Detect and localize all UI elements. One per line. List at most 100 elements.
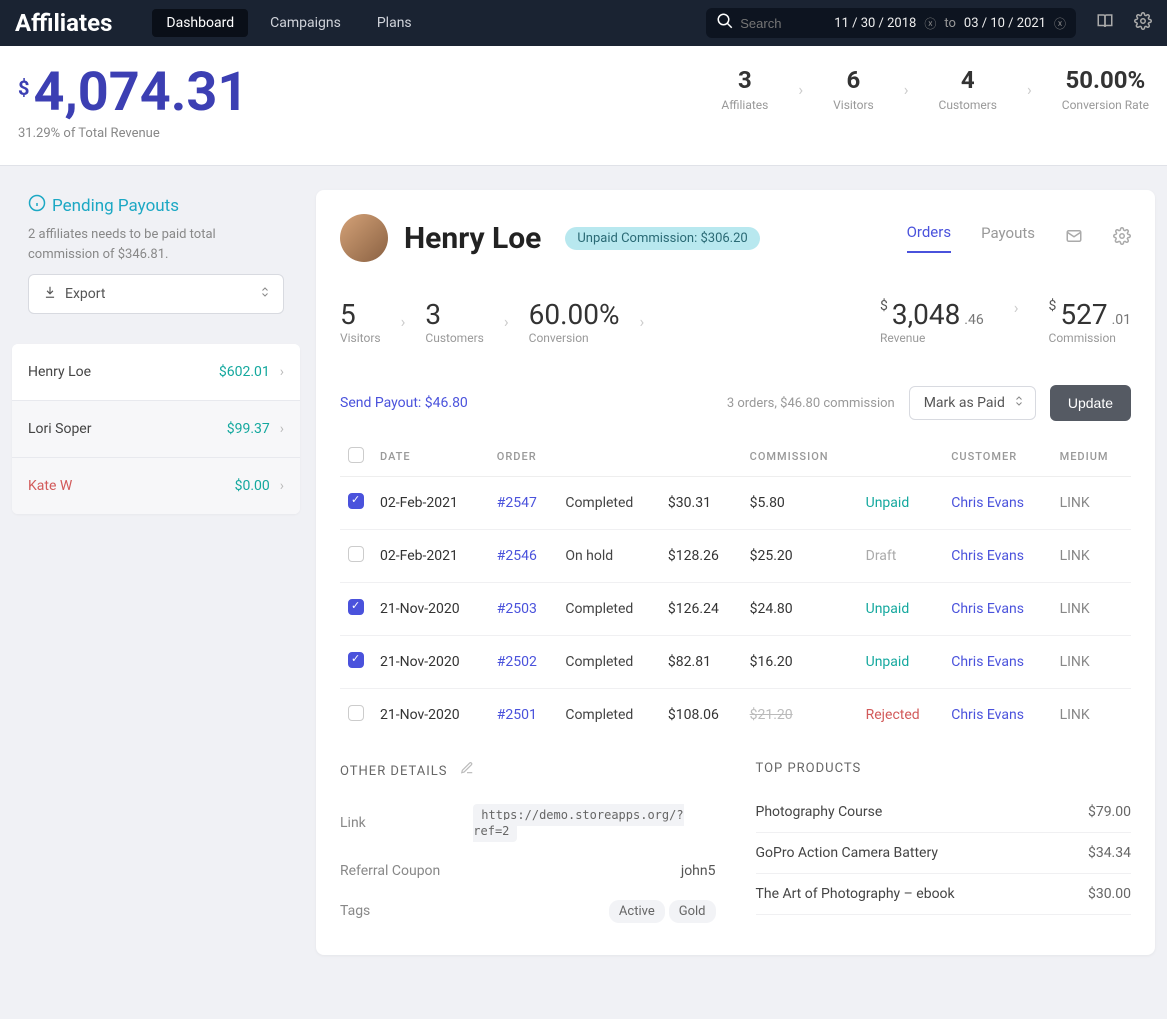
chevron-right-icon: ›	[1014, 298, 1019, 345]
kpi-total-block: $ 4,074.31 31.29% of Total Revenue	[18, 66, 248, 141]
kpi-affiliates-l: Affiliates	[721, 98, 768, 112]
table-row: 02-Feb-2021#2546On hold$128.26$25.20Draf…	[340, 530, 1131, 583]
order-link[interactable]: #2502	[497, 654, 537, 670]
date-to[interactable]: 03 / 10 / 2021	[964, 16, 1046, 31]
col-order: ORDER	[489, 441, 558, 477]
mark-as-select[interactable]: Mark as Paid	[909, 386, 1036, 420]
customer-link[interactable]: Chris Evans	[951, 601, 1024, 617]
cell-status: Completed	[557, 636, 660, 689]
customer-link[interactable]: Chris Evans	[951, 654, 1024, 670]
export-select[interactable]: Export	[28, 274, 284, 314]
order-link[interactable]: #2501	[497, 707, 537, 723]
affiliate-amount: $602.01	[219, 364, 270, 380]
send-payout-link[interactable]: Send Payout: $46.80	[340, 395, 468, 411]
other-details-title: OTHER DETAILS	[340, 761, 716, 779]
stat-commission-l: Commission	[1049, 331, 1131, 345]
stat-commission: $ 527 .01 Commission	[1049, 298, 1131, 345]
product-name: The Art of Photography – ebook	[756, 886, 955, 902]
affiliate-item[interactable]: Kate W$0.00›	[12, 458, 300, 514]
header-right: 11 / 30 / 2018 ⓧ to 03 / 10 / 2021 ⓧ	[706, 8, 1152, 38]
table-row: 02-Feb-2021#2547Completed$30.31$5.80Unpa…	[340, 477, 1131, 530]
detail-row: Linkhttps://demo.storeapps.org/?ref=2	[340, 795, 716, 851]
cell-amount: $108.06	[660, 689, 742, 732]
clear-to-icon[interactable]: ⓧ	[1054, 15, 1066, 32]
tab-payouts[interactable]: Payouts	[981, 224, 1035, 252]
nav-tab-campaigns[interactable]: Campaigns	[256, 9, 355, 37]
clear-from-icon[interactable]: ⓧ	[924, 15, 936, 32]
cell-pay-status: Unpaid	[858, 636, 944, 689]
kpi-customers-l: Customers	[939, 98, 997, 112]
select-all-checkbox[interactable]	[348, 447, 364, 463]
product-row: Photography Course$79.00	[756, 792, 1132, 833]
order-link[interactable]: #2503	[497, 601, 537, 617]
date-from[interactable]: 11 / 30 / 2018	[834, 16, 916, 31]
cell-medium: LINK	[1052, 530, 1131, 583]
product-row: The Art of Photography – ebook$30.00	[756, 874, 1132, 915]
gear-icon[interactable]	[1134, 12, 1152, 35]
orders-scroll[interactable]: DATE ORDER COMMISSION CUSTOMER MEDIUM 02…	[340, 441, 1131, 731]
row-checkbox[interactable]	[348, 546, 364, 562]
payout-row: Send Payout: $46.80 3 orders, $46.80 com…	[340, 385, 1131, 421]
nav-tab-dashboard[interactable]: Dashboard	[152, 9, 248, 37]
update-button[interactable]: Update	[1050, 385, 1131, 421]
row-checkbox[interactable]	[348, 599, 364, 615]
mail-icon[interactable]	[1065, 227, 1083, 249]
product-name: GoPro Action Camera Battery	[756, 845, 938, 861]
kpi-conversion-rate: 50.00% Conversion Rate	[1062, 66, 1149, 112]
search-input[interactable]	[734, 16, 834, 31]
order-link[interactable]: #2546	[497, 548, 537, 564]
download-icon	[43, 285, 57, 303]
search-bar[interactable]: 11 / 30 / 2018 ⓧ to 03 / 10 / 2021 ⓧ	[706, 8, 1076, 38]
book-icon[interactable]	[1096, 12, 1114, 35]
profile-tabs: Orders Payouts	[907, 223, 1131, 253]
pending-subtitle: 2 affiliates needs to be paid total comm…	[28, 225, 284, 264]
cell-status: Completed	[557, 477, 660, 530]
affiliates-list: Henry Loe$602.01›Lori Soper$99.37›Kate W…	[12, 344, 300, 514]
kpi-customers: 4 Customers	[939, 66, 997, 112]
top-header: Affiliates Dashboard Campaigns Plans 11 …	[0, 0, 1167, 46]
sidebar: Pending Payouts 2 affiliates needs to be…	[12, 190, 300, 514]
kpi-currency: $	[18, 76, 29, 100]
chevron-right-icon: ›	[904, 80, 909, 99]
cell-commission: $5.80	[742, 477, 858, 530]
edit-icon[interactable]	[460, 764, 474, 779]
profile-stats: 5 Visitors › 3 Customers › 60.00% Conver…	[340, 298, 1131, 345]
chevron-right-icon: ›	[798, 80, 803, 99]
customer-link[interactable]: Chris Evans	[951, 548, 1024, 564]
order-link[interactable]: #2547	[497, 495, 537, 511]
gear-icon[interactable]	[1113, 227, 1131, 249]
affiliate-amount: $99.37	[227, 421, 270, 437]
kpi-items: 3 Affiliates › 6 Visitors › 4 Customers …	[721, 66, 1149, 112]
chevron-right-icon: ›	[639, 312, 644, 331]
orders-header-row: DATE ORDER COMMISSION CUSTOMER MEDIUM	[340, 441, 1131, 477]
product-row: GoPro Action Camera Battery$34.34	[756, 833, 1132, 874]
kpi-total: $ 4,074.31	[18, 66, 248, 120]
orders-summary: 3 orders, $46.80 commission	[727, 396, 895, 411]
cell-commission: $25.20	[742, 530, 858, 583]
details-section: OTHER DETAILS Linkhttps://demo.storeapps…	[340, 761, 1131, 931]
affiliate-name: Lori Soper	[28, 421, 91, 437]
stat-revenue-l: Revenue	[880, 331, 984, 345]
link-value[interactable]: https://demo.storeapps.org/?ref=2	[473, 804, 683, 842]
orders-table: DATE ORDER COMMISSION CUSTOMER MEDIUM 02…	[340, 441, 1131, 731]
row-checkbox[interactable]	[348, 652, 364, 668]
chevron-right-icon: ›	[280, 421, 284, 437]
kpi-customers-v: 4	[939, 66, 997, 94]
customer-link[interactable]: Chris Evans	[951, 495, 1024, 511]
affiliate-item[interactable]: Henry Loe$602.01›	[12, 344, 300, 401]
chevron-right-icon: ›	[280, 364, 284, 380]
customer-link[interactable]: Chris Evans	[951, 707, 1024, 723]
row-checkbox[interactable]	[348, 705, 364, 721]
stat-commission-cur: $	[1049, 298, 1057, 314]
table-row: 21-Nov-2020#2502Completed$82.81$16.20Unp…	[340, 636, 1131, 689]
affiliate-item[interactable]: Lori Soper $99.37 ›	[12, 401, 300, 458]
info-icon	[28, 194, 46, 217]
row-checkbox[interactable]	[348, 493, 364, 509]
tab-orders[interactable]: Orders	[907, 223, 952, 253]
stat-visitors-v: 5	[340, 298, 381, 331]
nav-tab-plans[interactable]: Plans	[363, 9, 426, 37]
stat-revenue-big: 3,048	[892, 298, 960, 331]
kpi-visitors-l: Visitors	[833, 98, 874, 112]
cell-date: 02-Feb-2021	[372, 477, 489, 530]
detail-value: john5	[681, 863, 716, 879]
